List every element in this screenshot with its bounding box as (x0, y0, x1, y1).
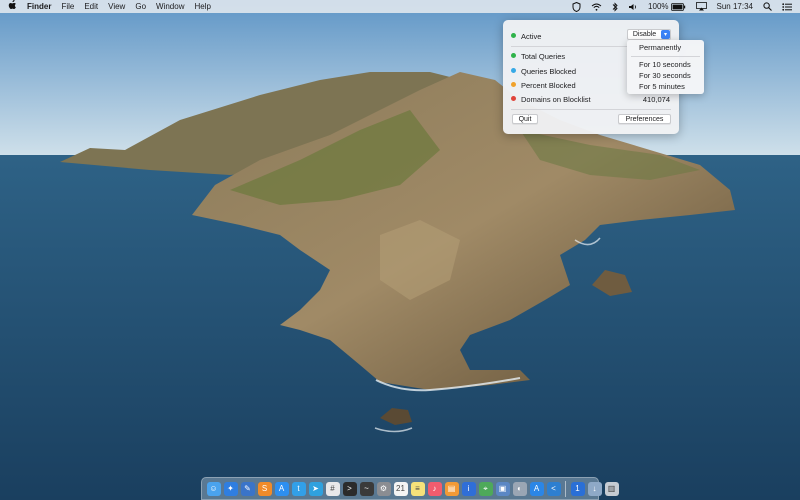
dropdown-item-30-seconds[interactable]: For 30 seconds (639, 71, 691, 81)
disable-dropdown[interactable]: Disable ▾ (627, 29, 671, 40)
menu-view[interactable]: View (108, 2, 125, 11)
stat-label: Queries Blocked (521, 67, 577, 76)
terminal-icon[interactable]: > (342, 481, 357, 496)
disable-dropdown-menu: Permanently For 10 seconds For 30 second… (627, 40, 704, 94)
password-icon[interactable]: i (461, 481, 476, 496)
menu-help[interactable]: Help (194, 2, 210, 11)
menu-edit[interactable]: Edit (84, 2, 98, 11)
activity-monitor-icon[interactable]: ~ (359, 481, 374, 496)
status-label: Active (521, 32, 542, 41)
app-store-2-icon[interactable]: A (529, 481, 544, 496)
photo-icon[interactable]: ◐ (512, 481, 527, 496)
preview-icon[interactable]: ▣ (495, 481, 510, 496)
percent-blocked-dot (511, 82, 516, 87)
twitter-icon[interactable]: t (291, 481, 306, 496)
notification-center-icon[interactable] (782, 2, 792, 11)
chevron-down-icon[interactable]: ▾ (661, 30, 670, 39)
slack-icon[interactable]: # (325, 481, 340, 496)
dock-divider (565, 480, 566, 497)
menu-bar: Finder File Edit View Go Window Help 100… (0, 0, 800, 13)
menu-go[interactable]: Go (135, 2, 146, 11)
dropdown-item-5-minutes[interactable]: For 5 minutes (639, 82, 685, 92)
pihole-shield-icon[interactable] (572, 1, 581, 12)
sublime-icon[interactable]: S (257, 481, 272, 496)
total-queries-dot (511, 53, 516, 58)
stat-label: Domains on Blocklist (521, 95, 591, 104)
menu-file[interactable]: File (61, 2, 74, 11)
domains-blocklist-dot (511, 96, 516, 101)
maps-icon[interactable]: ⌖ (478, 481, 493, 496)
onepassword-icon[interactable]: 1 (570, 481, 585, 496)
airplay-icon[interactable] (695, 2, 707, 11)
divider (511, 109, 671, 110)
clock[interactable]: Sun 17:34 (717, 2, 753, 11)
downloads-folder-icon[interactable]: ↓ (587, 481, 602, 496)
disable-button[interactable]: Disable (628, 30, 661, 39)
spotlight-search-icon[interactable] (763, 2, 772, 11)
finder-icon[interactable]: ☺ (206, 481, 221, 496)
safari-icon[interactable]: ✦ (223, 481, 238, 496)
preferences-button[interactable]: Preferences (618, 114, 671, 124)
stat-label: Total Queries (521, 52, 566, 61)
status-dot (511, 33, 516, 38)
xcode-icon[interactable]: ✎ (240, 481, 255, 496)
battery-percent: 100% (648, 2, 669, 11)
stat-label: Percent Blocked (521, 81, 576, 90)
dock: ☺ ✦ ✎ S At ➤ # > ~ ⚙ 21 ≡ ♪ ▤ i ⌖ ▣ ◐ A <1 ↓ ▥ (201, 477, 619, 500)
wifi-icon[interactable] (591, 3, 602, 11)
dropdown-item-10-seconds[interactable]: For 10 seconds (639, 60, 691, 70)
quit-button[interactable]: Quit (512, 114, 538, 124)
menu-app-name[interactable]: Finder (27, 2, 51, 11)
system-preferences-icon[interactable]: ⚙ (376, 481, 391, 496)
app-store-icon[interactable]: A (274, 481, 289, 496)
volume-icon[interactable] (628, 3, 638, 11)
telegram-icon[interactable]: ➤ (308, 481, 323, 496)
vscode-icon[interactable]: < (546, 481, 561, 496)
queries-blocked-dot (511, 68, 516, 73)
menu-window[interactable]: Window (156, 2, 184, 11)
trash-icon[interactable]: ▥ (604, 481, 619, 496)
notes-icon[interactable]: ≡ (410, 481, 425, 496)
stat-row-domains-on-blocklist: Domains on Blocklist 410,074 (503, 93, 679, 105)
bluetooth-icon[interactable] (612, 1, 618, 12)
battery-icon (670, 2, 685, 11)
battery-group[interactable]: 100% (648, 2, 685, 11)
dropdown-divider (631, 56, 700, 57)
apple-logo-icon[interactable] (8, 0, 17, 13)
music-icon[interactable]: ♪ (427, 481, 442, 496)
calendar-icon[interactable]: 21 (393, 481, 408, 496)
dropdown-item-permanently[interactable]: Permanently (639, 43, 681, 53)
books-icon[interactable]: ▤ (444, 481, 459, 496)
stat-value: 410,074 (642, 95, 670, 104)
